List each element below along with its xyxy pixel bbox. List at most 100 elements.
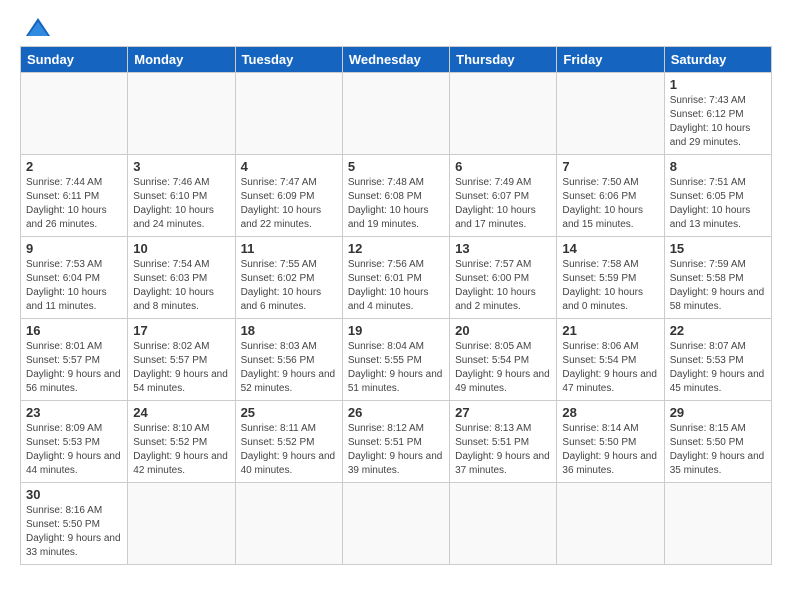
day-info: Sunrise: 7:43 AMSunset: 6:12 PMDaylight:… xyxy=(670,94,766,150)
day-number: 11 xyxy=(241,241,337,256)
day-info: Sunrise: 8:06 AMSunset: 5:54 PMDaylight:… xyxy=(562,340,658,396)
day-number: 24 xyxy=(133,405,229,420)
day-info: Sunrise: 8:10 AMSunset: 5:52 PMDaylight:… xyxy=(133,422,229,478)
day-number: 10 xyxy=(133,241,229,256)
calendar-day-cell: 10 Sunrise: 7:54 AMSunset: 6:03 PMDayligh… xyxy=(128,237,235,319)
day-number: 15 xyxy=(670,241,766,256)
day-number: 27 xyxy=(455,405,551,420)
day-number: 6 xyxy=(455,159,551,174)
day-number: 20 xyxy=(455,323,551,338)
day-info: Sunrise: 7:57 AMSunset: 6:00 PMDaylight:… xyxy=(455,258,551,314)
day-info: Sunrise: 8:01 AMSunset: 5:57 PMDaylight:… xyxy=(26,340,122,396)
day-number: 12 xyxy=(348,241,444,256)
day-info: Sunrise: 7:46 AMSunset: 6:10 PMDaylight:… xyxy=(133,176,229,232)
page-header xyxy=(20,16,772,38)
day-number: 14 xyxy=(562,241,658,256)
calendar-day-cell: 4 Sunrise: 7:47 AMSunset: 6:09 PMDaylight… xyxy=(235,155,342,237)
day-number: 21 xyxy=(562,323,658,338)
calendar-table: SundayMondayTuesdayWednesdayThursdayFrid… xyxy=(20,46,772,565)
calendar-day-cell xyxy=(557,483,664,565)
day-number: 30 xyxy=(26,487,122,502)
day-info: Sunrise: 7:53 AMSunset: 6:04 PMDaylight:… xyxy=(26,258,122,314)
calendar-day-cell xyxy=(235,73,342,155)
calendar-week-row: 2Sunrise: 7:44 AMSunset: 6:11 PMDaylight… xyxy=(21,155,772,237)
day-number: 13 xyxy=(455,241,551,256)
day-number: 16 xyxy=(26,323,122,338)
calendar-day-cell: 1 Sunrise: 7:43 AMSunset: 6:12 PMDaylight… xyxy=(664,73,771,155)
logo xyxy=(20,16,52,38)
day-number: 22 xyxy=(670,323,766,338)
calendar-day-cell: 3 Sunrise: 7:46 AMSunset: 6:10 PMDaylight… xyxy=(128,155,235,237)
day-info: Sunrise: 8:13 AMSunset: 5:51 PMDaylight:… xyxy=(455,422,551,478)
day-info: Sunrise: 8:05 AMSunset: 5:54 PMDaylight:… xyxy=(455,340,551,396)
calendar-day-cell: 27 Sunrise: 8:13 AMSunset: 5:51 PMDayligh… xyxy=(450,401,557,483)
day-info: Sunrise: 8:09 AMSunset: 5:53 PMDaylight:… xyxy=(26,422,122,478)
calendar-day-cell: 7Sunrise: 7:50 AMSunset: 6:06 PMDaylight… xyxy=(557,155,664,237)
day-info: Sunrise: 8:12 AMSunset: 5:51 PMDaylight:… xyxy=(348,422,444,478)
calendar-day-header: Monday xyxy=(128,47,235,73)
calendar-day-cell: 23 Sunrise: 8:09 AMSunset: 5:53 PMDayligh… xyxy=(21,401,128,483)
calendar-day-cell: 8Sunrise: 7:51 AMSunset: 6:05 PMDaylight… xyxy=(664,155,771,237)
day-info: Sunrise: 7:50 AMSunset: 6:06 PMDaylight:… xyxy=(562,176,658,232)
calendar-day-header: Sunday xyxy=(21,47,128,73)
day-number: 19 xyxy=(348,323,444,338)
day-number: 1 xyxy=(670,77,766,92)
calendar-day-cell: 20 Sunrise: 8:05 AMSunset: 5:54 PMDayligh… xyxy=(450,319,557,401)
calendar-day-cell xyxy=(235,483,342,565)
day-info: Sunrise: 8:07 AMSunset: 5:53 PMDaylight:… xyxy=(670,340,766,396)
calendar-day-cell xyxy=(450,483,557,565)
day-info: Sunrise: 7:59 AMSunset: 5:58 PMDaylight:… xyxy=(670,258,766,314)
calendar-week-row: 9 Sunrise: 7:53 AMSunset: 6:04 PMDaylight… xyxy=(21,237,772,319)
day-info: Sunrise: 7:51 AMSunset: 6:05 PMDaylight:… xyxy=(670,176,766,232)
calendar-day-cell: 29 Sunrise: 8:15 AMSunset: 5:50 PMDayligh… xyxy=(664,401,771,483)
calendar-day-cell: 26 Sunrise: 8:12 AMSunset: 5:51 PMDayligh… xyxy=(342,401,449,483)
day-info: Sunrise: 8:15 AMSunset: 5:50 PMDaylight:… xyxy=(670,422,766,478)
calendar-day-cell: 13 Sunrise: 7:57 AMSunset: 6:00 PMDayligh… xyxy=(450,237,557,319)
day-info: Sunrise: 8:02 AMSunset: 5:57 PMDaylight:… xyxy=(133,340,229,396)
day-number: 23 xyxy=(26,405,122,420)
day-info: Sunrise: 7:47 AMSunset: 6:09 PMDaylight:… xyxy=(241,176,337,232)
day-info: Sunrise: 7:54 AMSunset: 6:03 PMDaylight:… xyxy=(133,258,229,314)
calendar-body: 1 Sunrise: 7:43 AMSunset: 6:12 PMDaylight… xyxy=(21,73,772,565)
calendar-day-cell xyxy=(342,483,449,565)
calendar-day-cell: 22 Sunrise: 8:07 AMSunset: 5:53 PMDayligh… xyxy=(664,319,771,401)
day-info: Sunrise: 7:56 AMSunset: 6:01 PMDaylight:… xyxy=(348,258,444,314)
day-number: 29 xyxy=(670,405,766,420)
calendar-day-cell xyxy=(342,73,449,155)
calendar-day-cell xyxy=(450,73,557,155)
day-info: Sunrise: 8:16 AMSunset: 5:50 PMDaylight:… xyxy=(26,504,122,560)
calendar-week-row: 30 Sunrise: 8:16 AMSunset: 5:50 PMDayligh… xyxy=(21,483,772,565)
calendar-day-cell: 25 Sunrise: 8:11 AMSunset: 5:52 PMDayligh… xyxy=(235,401,342,483)
calendar-day-cell: 30 Sunrise: 8:16 AMSunset: 5:50 PMDayligh… xyxy=(21,483,128,565)
day-number: 17 xyxy=(133,323,229,338)
calendar-day-cell: 11 Sunrise: 7:55 AMSunset: 6:02 PMDayligh… xyxy=(235,237,342,319)
calendar-day-cell xyxy=(664,483,771,565)
day-number: 3 xyxy=(133,159,229,174)
calendar-week-row: 1 Sunrise: 7:43 AMSunset: 6:12 PMDaylight… xyxy=(21,73,772,155)
calendar-week-row: 23 Sunrise: 8:09 AMSunset: 5:53 PMDayligh… xyxy=(21,401,772,483)
calendar-day-cell xyxy=(128,483,235,565)
day-number: 9 xyxy=(26,241,122,256)
calendar-day-cell: 14Sunrise: 7:58 AMSunset: 5:59 PMDayligh… xyxy=(557,237,664,319)
day-info: Sunrise: 7:55 AMSunset: 6:02 PMDaylight:… xyxy=(241,258,337,314)
calendar-day-cell: 12 Sunrise: 7:56 AMSunset: 6:01 PMDayligh… xyxy=(342,237,449,319)
calendar-day-cell: 21 Sunrise: 8:06 AMSunset: 5:54 PMDayligh… xyxy=(557,319,664,401)
calendar-day-cell: 24 Sunrise: 8:10 AMSunset: 5:52 PMDayligh… xyxy=(128,401,235,483)
day-number: 2 xyxy=(26,159,122,174)
day-info: Sunrise: 8:11 AMSunset: 5:52 PMDaylight:… xyxy=(241,422,337,478)
day-number: 4 xyxy=(241,159,337,174)
day-number: 5 xyxy=(348,159,444,174)
day-info: Sunrise: 7:49 AMSunset: 6:07 PMDaylight:… xyxy=(455,176,551,232)
day-number: 18 xyxy=(241,323,337,338)
day-number: 26 xyxy=(348,405,444,420)
calendar-day-header: Saturday xyxy=(664,47,771,73)
calendar-day-cell xyxy=(21,73,128,155)
calendar-day-cell xyxy=(557,73,664,155)
calendar-day-header: Friday xyxy=(557,47,664,73)
day-info: Sunrise: 7:48 AMSunset: 6:08 PMDaylight:… xyxy=(348,176,444,232)
day-number: 25 xyxy=(241,405,337,420)
calendar-day-cell: 15 Sunrise: 7:59 AMSunset: 5:58 PMDayligh… xyxy=(664,237,771,319)
calendar-day-cell: 5 Sunrise: 7:48 AMSunset: 6:08 PMDaylight… xyxy=(342,155,449,237)
calendar-day-cell: 9 Sunrise: 7:53 AMSunset: 6:04 PMDaylight… xyxy=(21,237,128,319)
logo-icon xyxy=(24,16,52,38)
